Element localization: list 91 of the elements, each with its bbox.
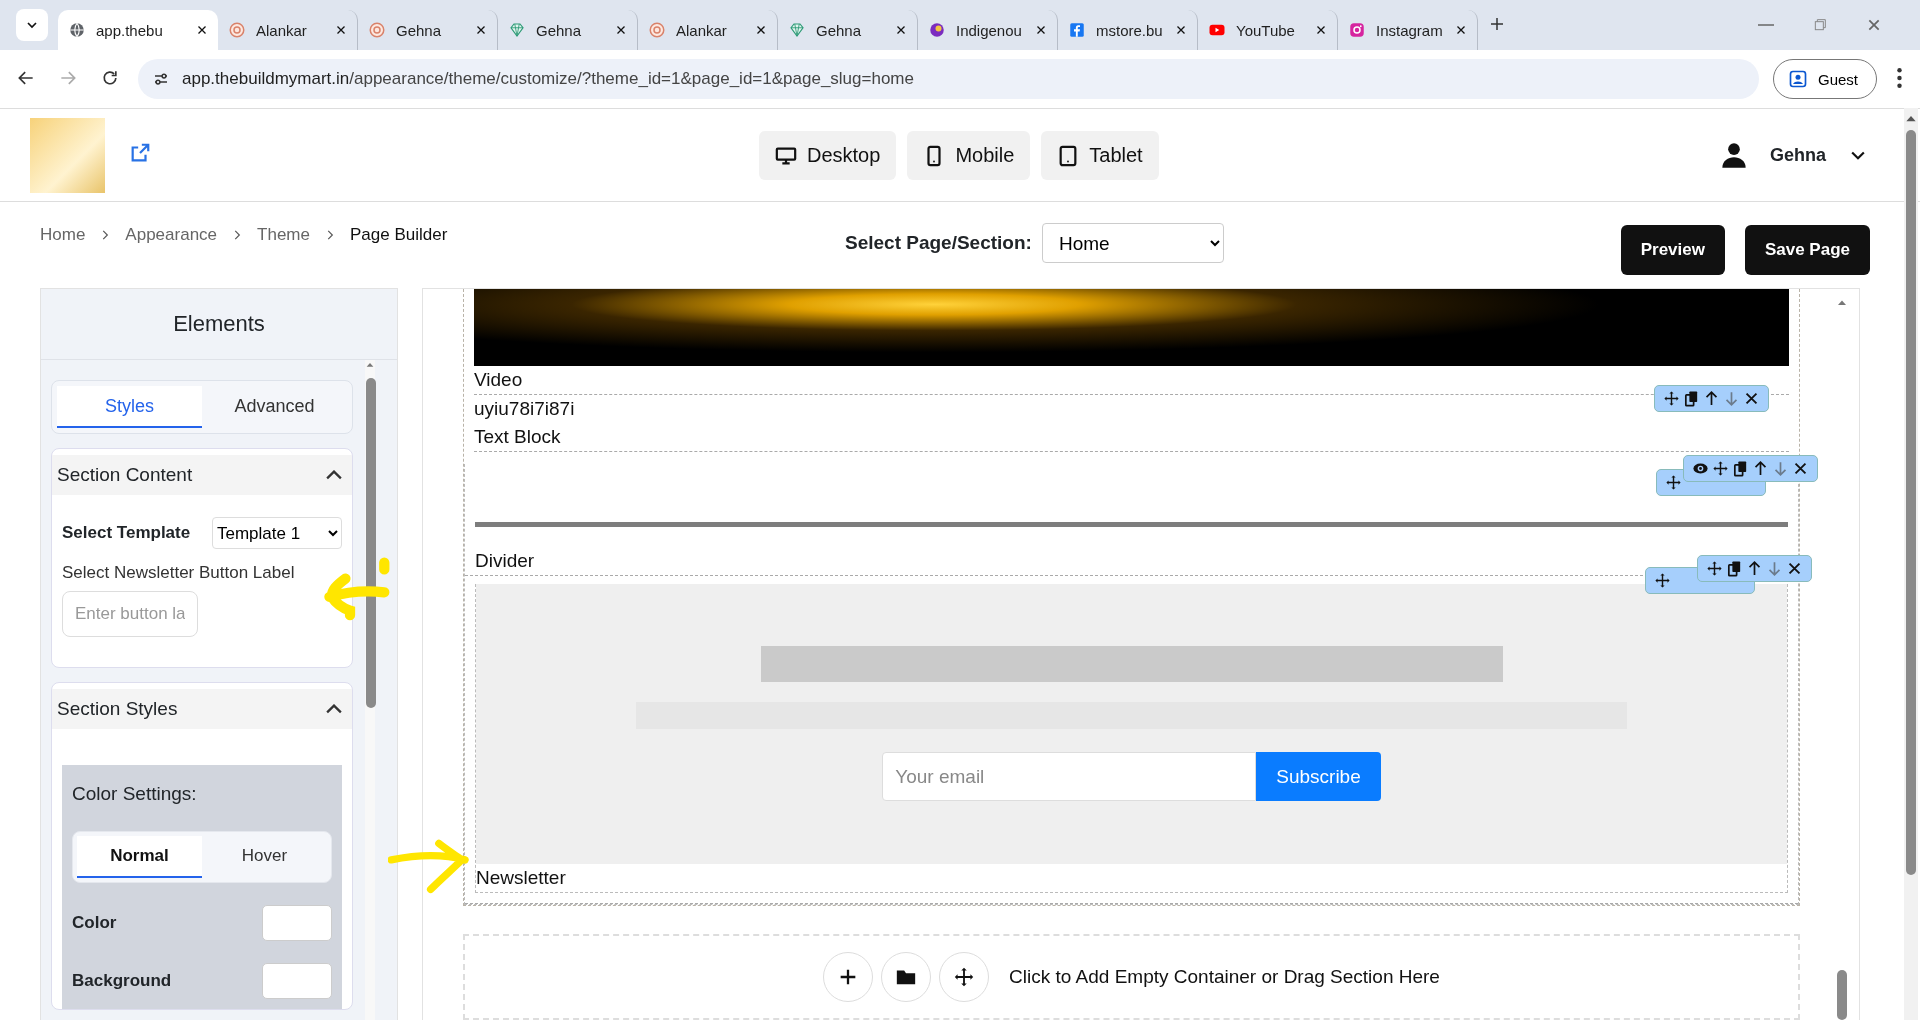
move-icon[interactable] [1706, 560, 1723, 577]
scroll-up-icon [365, 360, 375, 370]
ring-icon [228, 21, 246, 39]
chevron-up-icon[interactable] [326, 704, 342, 714]
arrow-up-icon[interactable] [1752, 460, 1769, 477]
state-tab[interactable]: Hover [202, 836, 327, 878]
field-label: Select Newsletter Button Label [61, 562, 296, 584]
panel-title: Elements [173, 311, 265, 337]
email-field[interactable]: Your email [882, 752, 1257, 801]
breadcrumb-link[interactable]: Appearance [125, 225, 218, 245]
tab-list-button[interactable] [16, 9, 48, 41]
arrow-up-icon[interactable] [1746, 560, 1763, 577]
drop-zone[interactable]: Click to Add Empty Container or Drag Section Here [463, 934, 1800, 1020]
color-swatch[interactable] [262, 963, 332, 999]
template-select[interactable]: Template 1 [212, 517, 342, 549]
copy-icon[interactable] [1726, 560, 1743, 577]
close-icon [475, 24, 487, 36]
site-settings-icon [152, 70, 170, 88]
add-button[interactable] [823, 952, 874, 1002]
address-bar[interactable]: app.thebuildmymart.in/appearance/theme/customize/?theme_id=1&page_id=1&page_slug=home [138, 59, 1759, 99]
view-mode-button[interactable]: Tablet [1041, 131, 1159, 180]
breadcrumb-link[interactable]: Home [40, 225, 86, 245]
scrollbar-thumb[interactable] [1837, 970, 1847, 1020]
template-button[interactable] [881, 952, 932, 1002]
user-icon [1720, 141, 1748, 169]
close-icon [1455, 24, 1467, 36]
scrollbar-thumb[interactable] [1906, 130, 1916, 875]
block-label: Divider [475, 549, 535, 573]
panel-tab[interactable]: Styles [57, 386, 202, 428]
move-icon [953, 966, 976, 988]
close-icon [1035, 24, 1047, 36]
field-label: Color [72, 913, 117, 933]
external-link-icon [129, 142, 151, 164]
panel-tab[interactable]: Advanced [202, 386, 347, 428]
action-button[interactable]: Save Page [1744, 225, 1870, 275]
close-icon [895, 24, 907, 36]
close-icon[interactable] [1743, 390, 1760, 407]
gem-icon [788, 21, 806, 39]
close-icon[interactable] [1786, 560, 1803, 577]
state-tab[interactable]: Normal [77, 836, 202, 878]
drop-zone-text: Click to Add Empty Container or Drag Section Here [1009, 966, 1440, 988]
ring-icon [368, 21, 386, 39]
field-label: Background [72, 971, 172, 991]
group-title: Color Settings: [72, 783, 198, 805]
move-icon[interactable] [1663, 390, 1680, 407]
more-vertical-icon [1897, 67, 1902, 88]
browser-tab[interactable]: app.thebu [58, 10, 218, 50]
copy-icon[interactable] [1732, 460, 1749, 477]
view-mode-button[interactable]: Desktop [759, 131, 897, 180]
block-text: uyiu78i7i87i [474, 397, 575, 421]
breadcrumb-link[interactable]: Theme [257, 225, 310, 245]
close-icon[interactable] [1792, 460, 1809, 477]
block-label: Video [474, 368, 523, 392]
breadcrumb-current: Page Builder [349, 225, 448, 245]
url-text: app.thebuildmymart.in/appearance/theme/customize/?theme_id=1&page_id=1&page_slug=home [182, 69, 914, 89]
page-select-label: Select Page/Section: [845, 232, 1032, 254]
profile-button[interactable]: Guest [1772, 59, 1877, 99]
move-icon[interactable] [1654, 572, 1671, 589]
globe-icon [68, 21, 86, 39]
close-icon [1315, 24, 1327, 36]
arrow-up-icon[interactable] [1703, 390, 1720, 407]
input-field[interactable]: Enter button la [62, 591, 198, 637]
block-label: Newsletter [476, 866, 566, 890]
subscribe-button[interactable]: Subscribe [1256, 752, 1381, 801]
view-mode-button[interactable]: Mobile [907, 131, 1031, 180]
action-button[interactable]: Preview [1620, 225, 1725, 275]
field-label: Select Template [62, 523, 191, 543]
move-icon[interactable] [1665, 474, 1682, 491]
close-icon [615, 24, 627, 36]
person-icon [1787, 69, 1808, 89]
page-select[interactable]: Home [1041, 223, 1224, 263]
user-name[interactable]: Gehna [1770, 144, 1826, 166]
color-swatch[interactable] [262, 905, 332, 941]
ring-icon [648, 21, 666, 39]
close-icon [1866, 17, 1882, 33]
move-icon[interactable] [1712, 460, 1729, 477]
circle-logo-icon [928, 21, 946, 39]
minimize-icon [1758, 24, 1774, 26]
close-icon [755, 24, 767, 36]
drag-button[interactable] [939, 952, 990, 1002]
restore-icon [1812, 17, 1828, 33]
close-icon [335, 24, 347, 36]
chevron-up-icon[interactable] [326, 470, 342, 480]
instagram-icon [1348, 21, 1366, 39]
scrollbar-thumb[interactable] [366, 378, 376, 708]
block-label: Text Block [474, 425, 561, 449]
copy-icon[interactable] [1683, 390, 1700, 407]
gem-icon [508, 21, 526, 39]
close-icon [196, 24, 208, 36]
facebook-icon [1068, 21, 1086, 39]
close-icon [1175, 24, 1187, 36]
